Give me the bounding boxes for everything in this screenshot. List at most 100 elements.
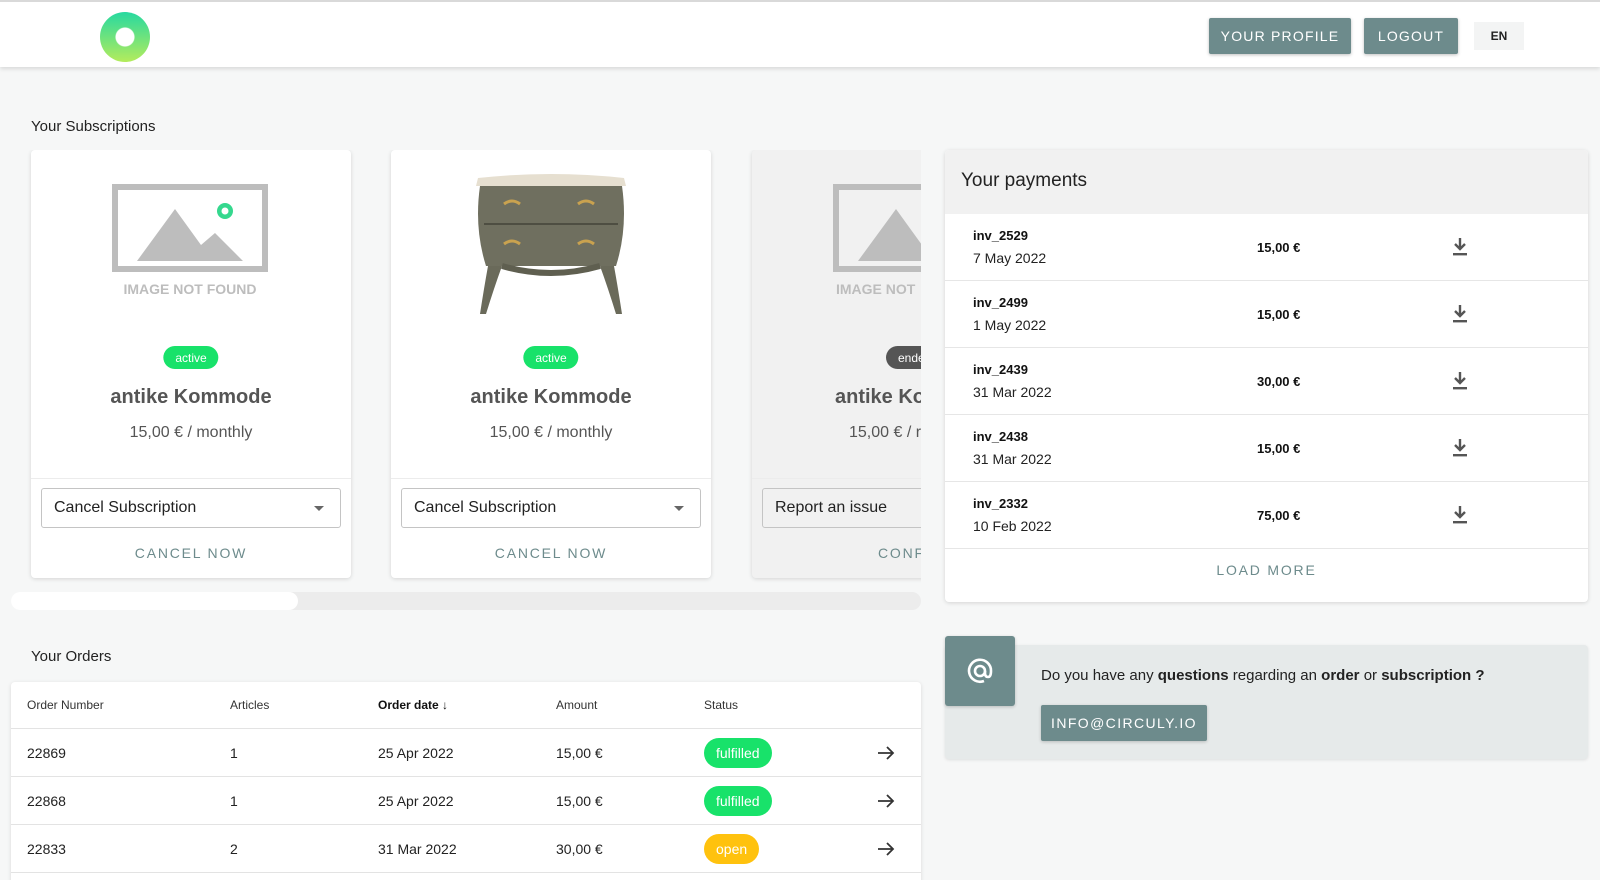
orders-title: Your Orders bbox=[31, 648, 112, 665]
select-value: Cancel Subscription bbox=[54, 499, 197, 516]
subscription-card: active antike Kommode 15,00 € / monthly … bbox=[391, 150, 711, 578]
arrow-right-icon[interactable] bbox=[877, 792, 895, 810]
language-selector[interactable]: EN bbox=[1474, 22, 1524, 50]
svg-text:IMAGE NOT: IMAGE NOT bbox=[836, 281, 916, 297]
contact-text-part: Do you have any bbox=[1041, 667, 1154, 684]
invoice-amount: 30,00 € bbox=[1257, 374, 1301, 389]
your-profile-button[interactable]: YOUR PROFILE bbox=[1209, 18, 1351, 54]
subscriptions-carousel: IMAGE NOT FOUND active antike Kommode 15… bbox=[0, 150, 921, 590]
subscription-price: 15,00 € / monthly bbox=[129, 424, 253, 441]
subscription-price: 15,00 € / r bbox=[849, 424, 921, 441]
email-button[interactable]: INFO@CIRCULY.IO bbox=[1041, 705, 1207, 741]
column-order-number[interactable]: Order Number bbox=[27, 698, 104, 712]
order-number: 22869 bbox=[27, 745, 66, 761]
order-articles: 2 bbox=[230, 841, 238, 857]
image-not-found-icon: IMAGE NOT FOUND bbox=[112, 184, 268, 297]
subscription-price: 15,00 € / monthly bbox=[489, 424, 613, 441]
invoice-date: 10 Feb 2022 bbox=[973, 518, 1052, 534]
status-badge: active bbox=[163, 346, 219, 369]
brand-logo[interactable] bbox=[100, 12, 150, 62]
arrow-right-icon[interactable] bbox=[877, 840, 895, 858]
column-articles[interactable]: Articles bbox=[230, 698, 269, 712]
invoice-number: inv_2499 bbox=[973, 295, 1028, 310]
scrollbar-thumb[interactable] bbox=[11, 592, 298, 610]
order-amount: 30,00 € bbox=[556, 841, 603, 857]
contact-text-bold: order bbox=[1321, 667, 1360, 684]
invoice-number: inv_2529 bbox=[973, 228, 1028, 243]
order-date: 25 Apr 2022 bbox=[378, 745, 454, 761]
payment-row: inv_2529 7 May 2022 15,00 € bbox=[945, 214, 1588, 281]
carousel-scrollbar[interactable] bbox=[11, 592, 921, 610]
invoice-amount: 75,00 € bbox=[1257, 508, 1301, 523]
column-amount[interactable]: Amount bbox=[556, 698, 597, 712]
subscriptions-title: Your Subscriptions bbox=[31, 118, 156, 135]
subscription-action-select[interactable]: Report an issue bbox=[762, 488, 921, 528]
table-row[interactable]: 22869 1 25 Apr 2022 15,00 € fulfilled bbox=[11, 729, 921, 777]
contact-text-part: regarding an bbox=[1232, 667, 1317, 684]
invoice-number: inv_2439 bbox=[973, 362, 1028, 377]
table-header: Order Number Articles Order date ↓ Amoun… bbox=[11, 682, 921, 729]
invoice-amount: 15,00 € bbox=[1257, 307, 1301, 322]
invoice-date: 31 Mar 2022 bbox=[973, 451, 1052, 467]
logout-button[interactable]: LOGOUT bbox=[1364, 18, 1458, 54]
order-number: 22868 bbox=[27, 793, 66, 809]
caret-down-icon bbox=[674, 506, 684, 511]
download-icon[interactable] bbox=[1450, 437, 1470, 459]
order-date: 31 Mar 2022 bbox=[378, 841, 457, 857]
arrow-right-icon[interactable] bbox=[877, 744, 895, 762]
subscription-card: IMAGE NOT ende antike Ko 15,00 € / r Rep… bbox=[752, 150, 921, 578]
download-icon[interactable] bbox=[1450, 504, 1470, 526]
invoice-number: inv_2438 bbox=[973, 429, 1028, 444]
invoice-amount: 15,00 € bbox=[1257, 240, 1301, 255]
payments-panel: Your payments inv_2529 7 May 2022 15,00 … bbox=[945, 150, 1588, 602]
column-order-date-label: Order date bbox=[378, 698, 439, 712]
subscription-action-select[interactable]: Cancel Subscription bbox=[41, 488, 341, 528]
order-amount: 15,00 € bbox=[556, 793, 603, 809]
status-badge: open bbox=[704, 834, 760, 864]
table-row[interactable]: 22833 2 31 Mar 2022 30,00 € open bbox=[11, 825, 921, 873]
select-value: Report an issue bbox=[775, 499, 888, 516]
contact-question: Do you have any questions regarding an o… bbox=[1041, 667, 1485, 684]
download-icon[interactable] bbox=[1450, 370, 1470, 392]
load-more-button[interactable]: LOAD MORE bbox=[945, 562, 1588, 578]
order-articles: 1 bbox=[230, 745, 238, 761]
sort-arrow-down-icon: ↓ bbox=[442, 698, 449, 712]
table-row[interactable]: 22868 1 25 Apr 2022 15,00 € fulfilled bbox=[11, 777, 921, 825]
status-badge: fulfilled bbox=[704, 786, 772, 816]
order-number: 22833 bbox=[27, 841, 66, 857]
order-date: 25 Apr 2022 bbox=[378, 793, 454, 809]
column-order-date[interactable]: Order date ↓ bbox=[378, 698, 448, 712]
product-image: IMAGE NOT FOUND bbox=[31, 168, 351, 318]
invoice-number: inv_2332 bbox=[973, 496, 1028, 511]
svg-text:IMAGE NOT FOUND: IMAGE NOT FOUND bbox=[124, 281, 257, 297]
payments-title: Your payments bbox=[961, 170, 1088, 191]
column-status[interactable]: Status bbox=[704, 698, 738, 712]
contact-box: Do you have any questions regarding an o… bbox=[945, 645, 1588, 759]
image-not-found-icon: IMAGE NOT bbox=[833, 184, 921, 297]
contact-text-bold: subscription ? bbox=[1381, 667, 1485, 684]
subscription-card: IMAGE NOT FOUND active antike Kommode 15… bbox=[31, 150, 351, 578]
payments-header: Your payments bbox=[945, 150, 1588, 214]
at-icon bbox=[967, 658, 993, 683]
divider bbox=[752, 478, 921, 479]
confirm-button[interactable]: CONFI bbox=[878, 545, 921, 561]
top-header: YOUR PROFILE LOGOUT EN bbox=[0, 0, 1600, 67]
order-amount: 15,00 € bbox=[556, 745, 603, 761]
cancel-now-button[interactable]: CANCEL NOW bbox=[391, 545, 711, 561]
contact-text-part: or bbox=[1363, 667, 1378, 684]
product-image: IMAGE NOT bbox=[752, 168, 921, 318]
caret-down-icon bbox=[314, 506, 324, 511]
order-articles: 1 bbox=[230, 793, 238, 809]
status-badge: fulfilled bbox=[704, 738, 772, 768]
status-badge: ende bbox=[886, 346, 921, 369]
payment-row: inv_2499 1 May 2022 15,00 € bbox=[945, 281, 1588, 348]
cancel-now-button[interactable]: CANCEL NOW bbox=[31, 545, 351, 561]
subscription-title: antike Kommode bbox=[470, 386, 632, 408]
download-icon[interactable] bbox=[1450, 303, 1470, 325]
invoice-amount: 15,00 € bbox=[1257, 441, 1301, 456]
subscription-title: antike Kommode bbox=[110, 386, 272, 408]
download-icon[interactable] bbox=[1450, 236, 1470, 258]
subscription-action-select[interactable]: Cancel Subscription bbox=[401, 488, 701, 528]
payment-row: inv_2438 31 Mar 2022 15,00 € bbox=[945, 415, 1588, 482]
invoice-date: 31 Mar 2022 bbox=[973, 384, 1052, 400]
